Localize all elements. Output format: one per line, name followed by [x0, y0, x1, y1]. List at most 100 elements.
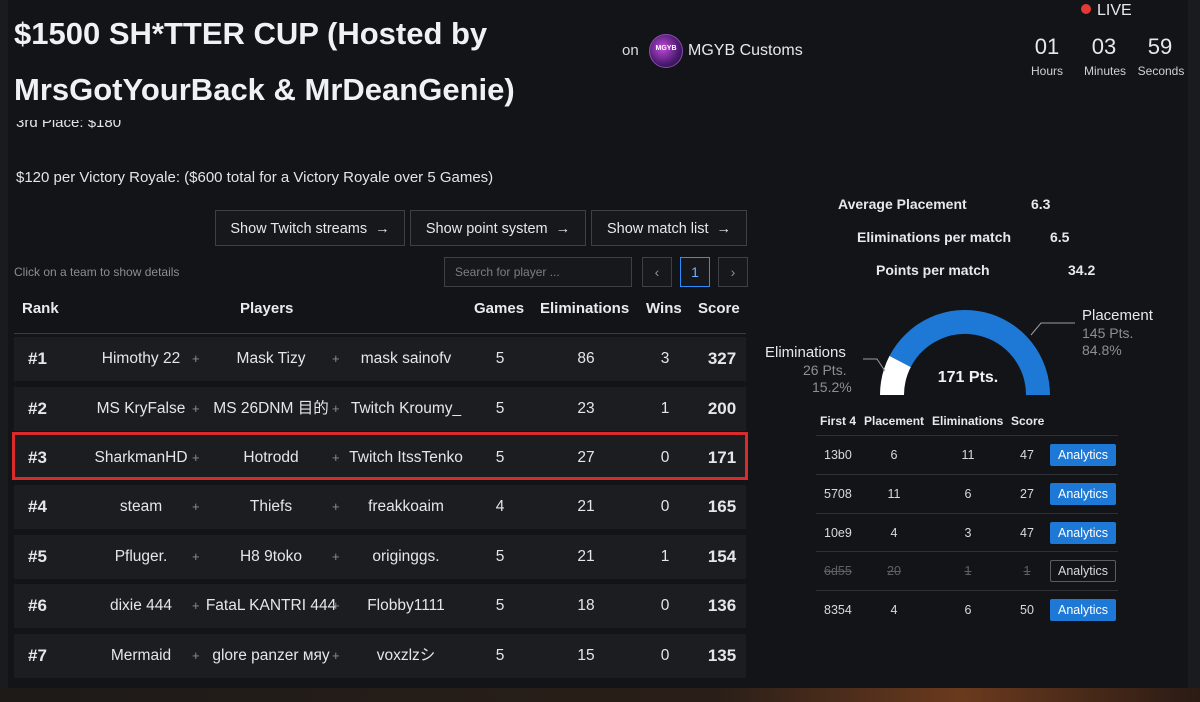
- plus-icon: +: [192, 549, 200, 564]
- header-games[interactable]: Games: [474, 300, 524, 317]
- match-row: 6d55 20 1 1 Analytics: [816, 551, 1118, 590]
- gauge-placement-percent: 84.8%: [1082, 342, 1122, 358]
- rank-cell: #1: [28, 349, 47, 368]
- player-3-name: originggs.: [372, 548, 440, 565]
- wins-cell: 0: [660, 647, 670, 664]
- match-row: 5708 11 6 27 Analytics: [816, 474, 1118, 513]
- plus-icon: +: [192, 351, 200, 366]
- match-placement: 6: [890, 448, 898, 462]
- stat-average-placement-value: 6.3: [1031, 196, 1051, 212]
- player-search-input[interactable]: [444, 257, 632, 287]
- team-row[interactable]: #7 Mermaid + glore panzer мяу + voxzlzシ 5 15 0 13…: [14, 634, 746, 678]
- wins-cell: 0: [660, 597, 670, 614]
- countdown-seconds: 59: [1147, 34, 1173, 59]
- player-1-name: Himothy 22: [101, 350, 181, 367]
- team-row[interactable]: #1 Himothy 22 + Mask Tizy + mask sainofv 5 86 3 3…: [14, 337, 746, 381]
- team-row[interactable]: #2 MS KryFalse + MS 26DNM 目的 + Twitch Kroumy_…: [14, 387, 746, 431]
- analytics-button[interactable]: Analytics: [1050, 522, 1116, 544]
- match-row: 8354 4 6 50 Analytics: [816, 590, 1118, 629]
- team-row[interactable]: #5 Pfluger. + H8 9toko + originggs. 5 21 1 154: [14, 535, 746, 579]
- player-2-name: Mask Tizy: [236, 350, 306, 367]
- score-cell: 327: [707, 349, 737, 368]
- show-twitch-streams-button[interactable]: Show Twitch streams →: [215, 210, 405, 246]
- org-logo-text: MGYB: [655, 45, 677, 52]
- stat-elims-per-match-label: Eliminations per match: [857, 229, 1012, 245]
- page-1-button[interactable]: 1: [680, 257, 710, 287]
- row-highlight-outline: [12, 432, 748, 480]
- player-2-name: FataL KANTRI 444: [205, 597, 337, 614]
- score-cell: 136: [707, 596, 737, 615]
- live-dot-icon: [1081, 4, 1091, 14]
- analytics-button[interactable]: Analytics: [1050, 560, 1116, 582]
- rank-cell: #2: [28, 399, 47, 418]
- on-label: on: [622, 42, 639, 59]
- header-score[interactable]: Score: [698, 300, 740, 317]
- header-eliminations[interactable]: Eliminations: [540, 300, 629, 317]
- header-wins[interactable]: Wins: [646, 300, 682, 317]
- score-cell: 135: [707, 646, 737, 665]
- player-1-name: dixie 444: [109, 597, 173, 614]
- match-id: 5708: [824, 487, 852, 501]
- prize-third-place: 3rd Place: $180: [16, 120, 121, 138]
- plus-icon: +: [192, 401, 200, 416]
- gauge-placement-label: Placement: [1082, 307, 1153, 324]
- show-point-system-button[interactable]: Show point system →: [410, 210, 586, 246]
- player-3-name: freakkoaim: [368, 498, 444, 515]
- match-score: 50: [1020, 603, 1034, 617]
- header-divider: [14, 333, 746, 334]
- match-id: 13b0: [824, 448, 852, 462]
- rank-cell: #4: [28, 497, 47, 516]
- wins-cell: 3: [660, 350, 670, 367]
- background-strip: [0, 688, 1200, 702]
- prev-page-button[interactable]: ‹: [642, 257, 672, 287]
- header-players: Players: [240, 300, 294, 317]
- player-2-name: glore panzer мяу: [212, 647, 330, 664]
- show-match-list-button[interactable]: Show match list →: [591, 210, 747, 246]
- button-label: Show match list: [606, 221, 709, 237]
- match-header-id: First 4: [820, 414, 857, 428]
- analytics-button[interactable]: Analytics: [1050, 444, 1116, 466]
- stat-elims-per-match-value: 6.5: [1050, 229, 1070, 245]
- match-placement: 4: [890, 526, 898, 540]
- games-cell: 4: [495, 498, 505, 515]
- player-1-name: Pfluger.: [114, 548, 168, 565]
- match-id: 8354: [824, 603, 852, 617]
- next-page-button[interactable]: ›: [718, 257, 748, 287]
- match-score: 47: [1020, 526, 1034, 540]
- match-header-score: Score: [1011, 414, 1045, 428]
- wins-cell: 0: [660, 498, 670, 515]
- games-cell: 5: [495, 400, 505, 417]
- team-row[interactable]: #4 steam + Thiefs + freakkoaim 4 21 0 165: [14, 485, 746, 529]
- org-name-link[interactable]: MGYB Customs: [688, 42, 803, 60]
- org-logo[interactable]: MGYB: [649, 34, 683, 68]
- match-placement: 4: [890, 603, 898, 617]
- plus-icon: +: [192, 648, 200, 663]
- stat-points-per-match-value: 34.2: [1068, 262, 1096, 278]
- gauge-elims-points: 26 Pts.: [803, 362, 847, 378]
- wins-cell: 1: [660, 548, 670, 565]
- analytics-button[interactable]: Analytics: [1050, 483, 1116, 505]
- player-3-name: mask sainofv: [360, 350, 452, 367]
- header-rank[interactable]: Rank: [22, 300, 59, 317]
- team-row[interactable]: #6 dixie 444 + FataL KANTRI 444 + Flobby1111 5…: [14, 584, 746, 628]
- match-row: 13b0 6 11 47 Analytics: [816, 435, 1118, 474]
- countdown-hours-label: Hours: [1030, 64, 1063, 78]
- rank-cell: #6: [28, 596, 47, 615]
- games-cell: 5: [495, 350, 505, 367]
- match-eliminations: 11: [961, 448, 975, 462]
- player-1-name: steam: [119, 498, 163, 515]
- match-placement: 11: [887, 487, 901, 501]
- match-eliminations: 1: [964, 564, 972, 578]
- gauge-placement-leader-line: [1030, 322, 1075, 336]
- match-eliminations: 6: [964, 487, 972, 501]
- analytics-button[interactable]: Analytics: [1050, 599, 1116, 621]
- prize-third-text: 3rd Place: $180: [16, 120, 122, 131]
- gauge-elims-arc: [880, 355, 912, 396]
- eliminations-cell: 21: [577, 548, 595, 565]
- arrow-right-icon: →: [716, 221, 732, 237]
- player-3-name: Twitch Kroumy_: [350, 400, 462, 417]
- games-cell: 5: [495, 647, 505, 664]
- match-placement: 20: [887, 564, 901, 578]
- rank-cell: #5: [28, 547, 47, 566]
- match-eliminations: 3: [964, 526, 972, 540]
